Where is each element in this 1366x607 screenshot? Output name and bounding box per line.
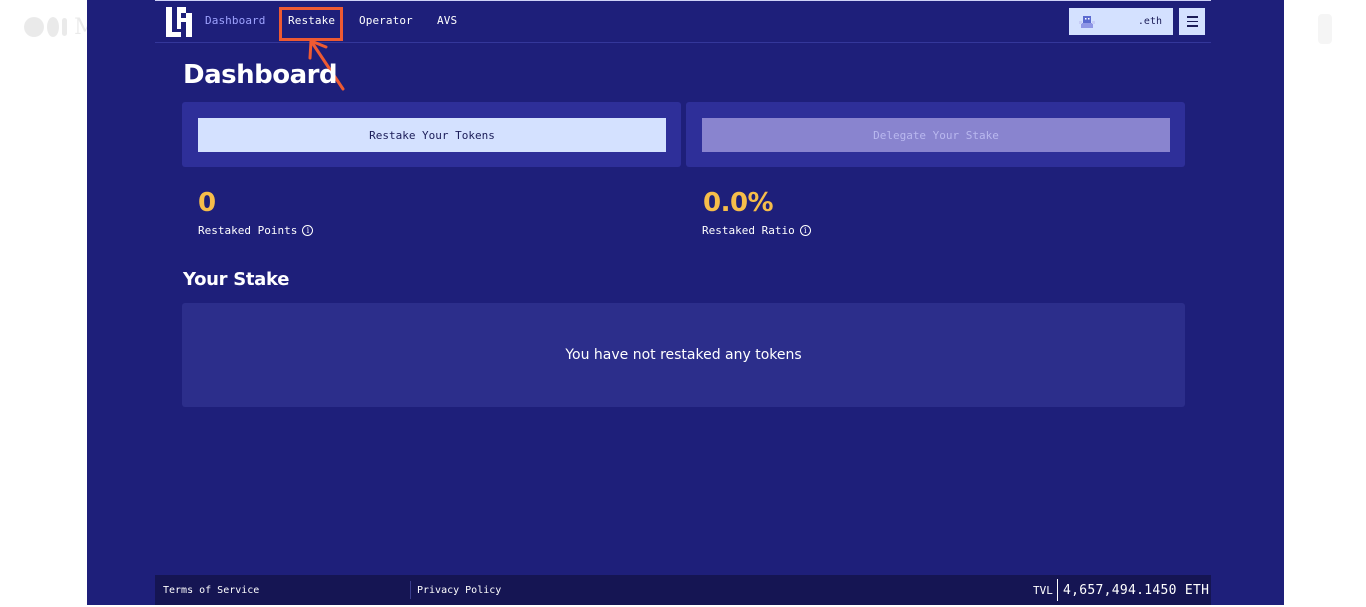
hamburger-menu-icon[interactable] xyxy=(1179,8,1205,35)
nav-operator[interactable]: Operator xyxy=(359,14,413,27)
restake-tokens-button[interactable]: Restake Your Tokens xyxy=(198,118,666,152)
delegate-panel: Delegate Your Stake xyxy=(686,102,1185,167)
restaked-ratio-label: Restaked Ratio i xyxy=(702,224,811,237)
your-stake-heading: Your Stake xyxy=(183,269,290,290)
restaked-ratio-value: 0.0% xyxy=(703,188,774,218)
avatar-icon xyxy=(1079,15,1095,28)
restaked-points-value: 0 xyxy=(198,188,216,218)
your-stake-panel: You have not restaked any tokens xyxy=(182,303,1185,407)
empty-stake-message: You have not restaked any tokens xyxy=(565,347,802,363)
watermark-mark xyxy=(1318,14,1332,44)
restake-panel: Restake Your Tokens xyxy=(182,102,681,167)
wallet-address: .eth xyxy=(1137,16,1162,27)
tvl-label: TVL xyxy=(1033,584,1053,597)
privacy-policy-link[interactable]: Privacy Policy xyxy=(417,585,501,596)
page-title: Dashboard xyxy=(183,60,338,90)
terms-of-service-link[interactable]: Terms of Service xyxy=(163,585,259,596)
info-icon[interactable]: i xyxy=(302,225,314,236)
nav-avs[interactable]: AVS xyxy=(437,14,457,27)
footer-divider xyxy=(410,581,411,599)
tvl-value: 4,657,494.1450 ETH xyxy=(1063,583,1210,598)
wallet-button[interactable]: .eth xyxy=(1069,8,1173,35)
restaked-points-text: Restaked Points xyxy=(198,224,298,237)
nav-dashboard[interactable]: Dashboard xyxy=(205,14,266,27)
footer: Terms of Service Privacy Policy TVL 4,65… xyxy=(155,575,1211,605)
watermark-logo: M xyxy=(24,14,97,40)
delegate-stake-button[interactable]: Delegate Your Stake xyxy=(702,118,1170,152)
restaked-ratio-text: Restaked Ratio xyxy=(702,224,795,237)
restaked-points-label: Restaked Points i xyxy=(198,224,314,237)
tvl-divider xyxy=(1057,579,1058,601)
info-icon[interactable]: i xyxy=(799,225,811,236)
eigenlayer-logo-icon[interactable] xyxy=(166,7,192,37)
